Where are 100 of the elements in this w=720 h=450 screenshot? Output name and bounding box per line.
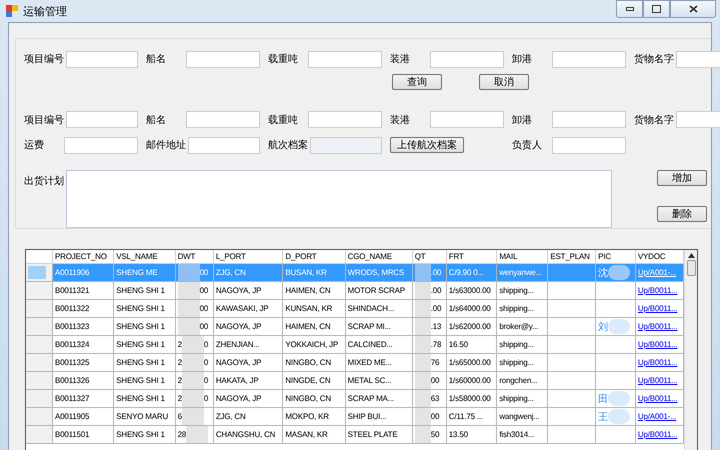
blur-patch [182,336,204,353]
maximize-button[interactable] [643,0,670,18]
column-header[interactable]: DWT [175,250,214,264]
table-cell: MASAN, KR [282,426,346,444]
table-cell: A0011906 [52,264,114,282]
table-cell: 1/s63000.00 [446,282,497,300]
table-cell: MIXED ME... [345,354,412,372]
column-header[interactable]: D_PORT [282,250,346,264]
table-cell: ZHENJIAN... [213,336,283,354]
blur-patch [608,391,630,406]
window-title: 运输管理 [23,4,68,18]
column-header[interactable]: QT [412,250,446,264]
cell-text: 00 [200,286,208,295]
cell-text: 2 [178,340,182,349]
document-link[interactable]: Up/B0011... [638,340,678,349]
input-field[interactable] [66,111,138,128]
input-field[interactable] [552,136,626,154]
row-header[interactable] [26,264,52,282]
document-link[interactable]: Up/B0011... [638,286,678,295]
column-header[interactable]: CGO_NAME [345,250,412,264]
row-header[interactable] [26,300,52,318]
table-cell: 1/s58000.00 [446,390,497,408]
blur-patch [414,264,431,281]
blur-patch [182,390,204,407]
maximize-icon [652,5,661,13]
input-field[interactable] [430,111,504,128]
upload-button[interactable]: 上传航次档案 [390,137,464,153]
input-field[interactable] [552,50,626,68]
table-cell [548,282,596,300]
search-button[interactable]: 查询 [392,74,442,90]
table-cell: SHENG ME [114,264,176,282]
table-cell: SHIP BUI... [345,408,412,426]
table-cell: HAKATA, JP [213,372,283,390]
input-field[interactable] [64,136,138,154]
row-header[interactable] [26,390,52,408]
blur-patch [414,336,431,353]
delete-button[interactable]: 删除 [657,206,707,222]
minimize-button[interactable] [616,0,643,18]
blur-patch [414,354,431,371]
column-header[interactable]: FRT [446,250,497,264]
input-field[interactable] [188,136,260,154]
column-header[interactable]: EST_PLAN [548,250,596,264]
input-field[interactable] [308,111,382,128]
document-link[interactable]: Up/B0011... [638,358,678,367]
table-cell: shipping... [496,336,548,354]
blur-patch [414,408,431,425]
input-field[interactable] [186,111,260,128]
row-header[interactable] [26,318,52,336]
table-cell: MOTOR SCRAP [345,282,412,300]
table-cell: KUNSAN, KR [282,300,346,318]
table-cell: CHANGSHU, CN [213,426,283,444]
field-label: 装港 [390,52,411,66]
plan-text-area[interactable] [66,170,612,228]
cell-text: .00 [430,268,442,277]
table-cell: wangwenj... [496,408,548,426]
cell-text: 00 [200,304,208,313]
row-header[interactable] [26,408,52,426]
field-label: 航次档案 [268,138,308,152]
table-cell: B0011327 [52,390,114,408]
table-cell: SHENG SHI 1 [114,300,176,318]
document-link[interactable]: Up/B0011... [638,394,678,403]
row-header[interactable] [26,426,52,444]
table-cell: SHENG SHI 1 [114,426,176,444]
scroll-up-icon [688,253,694,258]
add-button[interactable]: 增加 [657,170,707,186]
close-button[interactable] [670,0,716,18]
table-cell: wenyanwe... [496,264,548,282]
document-link[interactable]: Up/B0011... [638,322,678,331]
row-header[interactable] [26,354,52,372]
cell-text: 2 [178,394,182,403]
column-header[interactable]: PIC [596,250,636,264]
input-field[interactable] [66,50,138,68]
table-cell [548,300,596,318]
row-header[interactable] [26,372,52,390]
input-field[interactable] [308,50,382,68]
row-header[interactable] [26,282,52,300]
input-field[interactable] [430,50,504,68]
column-header[interactable]: VYDOC [635,250,684,264]
input-field[interactable] [186,50,260,68]
scroll-thumb[interactable] [686,260,696,276]
document-link[interactable]: Up/B0011... [638,376,678,385]
document-link[interactable]: Up/B0011... [638,304,678,313]
column-header[interactable]: VSL_NAME [114,250,176,264]
document-link[interactable]: Up/B0011... [638,430,678,439]
row-header[interactable] [26,336,52,354]
column-header[interactable]: PROJECT_NO [52,250,114,264]
scrollbar[interactable] [684,250,697,450]
cell-text: .78 [430,340,442,349]
cell-text: 00 [200,268,208,277]
field-label: 货物名字 [634,52,674,66]
document-link[interactable]: Up/A001-... [638,412,676,421]
table-cell: B0011321 [52,282,114,300]
table-cell: SCRAP MI... [345,318,412,336]
input-field[interactable] [552,111,626,128]
cancel-button[interactable]: 取消 [479,74,529,90]
column-header[interactable]: MAIL [496,250,548,264]
cell-text: 0 [204,394,208,403]
table-cell: A0011905 [52,408,114,426]
blur-patch [186,426,208,443]
column-header[interactable]: L_PORT [213,250,283,264]
